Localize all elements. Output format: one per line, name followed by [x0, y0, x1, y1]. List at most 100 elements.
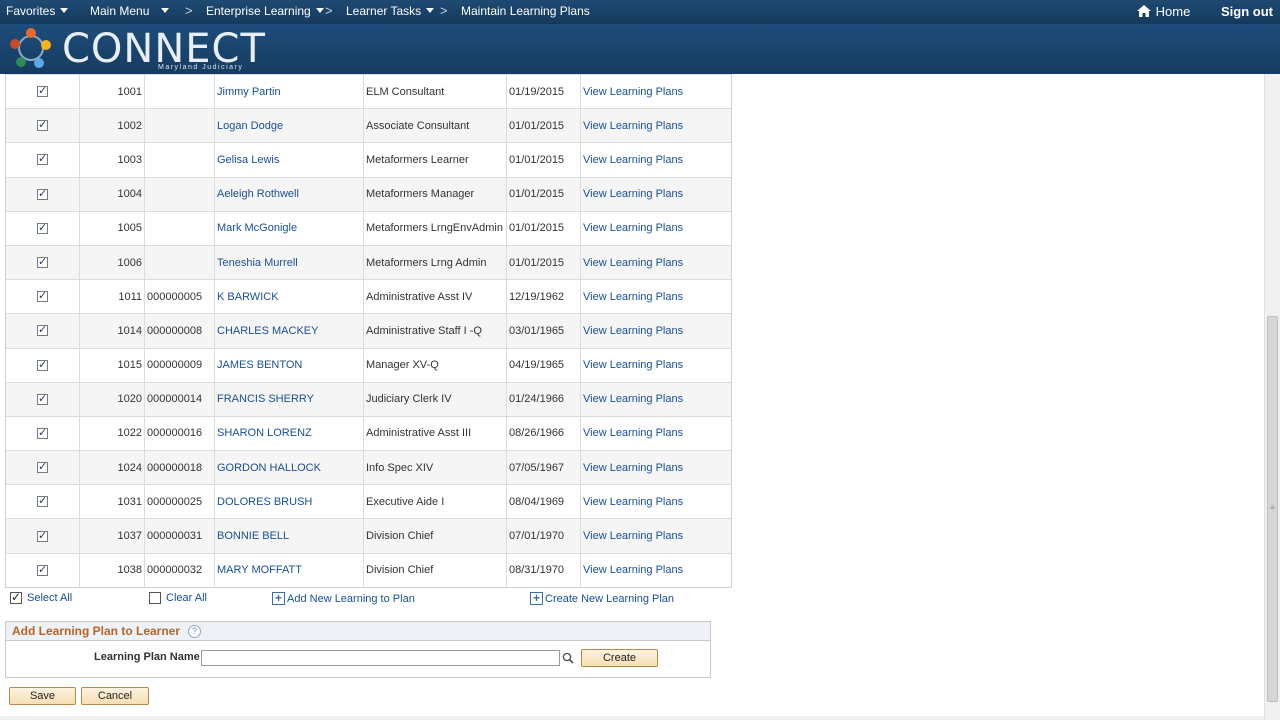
learner-name-link[interactable]: JAMES BENTON: [217, 359, 302, 371]
view-plans-cell: View Learning Plans: [581, 451, 732, 484]
view-learning-plans-link[interactable]: View Learning Plans: [583, 120, 683, 132]
learning-plan-name-label: Learning Plan Name: [94, 651, 200, 663]
learning-plan-name-input[interactable]: [201, 650, 560, 666]
learner-name-cell: JAMES BENTON: [215, 348, 364, 382]
learner-name-link[interactable]: BONNIE BELL: [217, 530, 289, 542]
date-cell: 12/19/1962: [507, 280, 581, 314]
add-new-learning-button[interactable]: + Add New Learning to Plan: [272, 592, 415, 605]
row-select-cell: [6, 348, 80, 382]
learner-name-link[interactable]: CHARLES MACKEY: [217, 325, 318, 337]
date-cell: 03/01/1965: [507, 314, 581, 348]
table-row: 1005 Mark McGonigle Metaformers LrngEnvAdm…: [6, 210, 731, 245]
employee-id-cell: 000000005: [145, 280, 215, 314]
brand-banner: CONNECT Maryland Judiciary: [0, 24, 1280, 74]
row-checkbox[interactable]: [37, 323, 48, 337]
sign-out-link[interactable]: Sign out: [1221, 4, 1273, 19]
view-learning-plans-link[interactable]: View Learning Plans: [583, 154, 683, 166]
lookup-search-icon[interactable]: [562, 652, 574, 664]
favorites-label: Favorites: [6, 4, 56, 18]
learner-name-link[interactable]: Logan Dodge: [217, 120, 283, 132]
view-plans-cell: View Learning Plans: [581, 246, 732, 279]
view-learning-plans-link[interactable]: View Learning Plans: [583, 496, 683, 508]
row-checkbox[interactable]: [37, 289, 48, 303]
table-row: 1006 Teneshia Murrell Metaformers Lrng Adm…: [6, 244, 732, 280]
row-checkbox[interactable]: [37, 392, 48, 405]
scrollbar-thumb[interactable]: ≡: [1267, 316, 1278, 702]
learner-id-cell: 1001: [80, 75, 145, 109]
view-learning-plans-link[interactable]: View Learning Plans: [583, 257, 683, 269]
learner-name-link[interactable]: GORDON HALLOCK: [217, 462, 321, 474]
view-learning-plans-link[interactable]: View Learning Plans: [583, 222, 683, 234]
learner-id-cell: 1005: [80, 211, 145, 245]
learner-name-cell: Logan Dodge: [215, 109, 364, 143]
employee-id-cell: [145, 211, 215, 245]
clear-all-button[interactable]: Clear All: [149, 592, 207, 604]
learner-name-link[interactable]: Mark McGonigle: [217, 222, 297, 234]
favorites-menu[interactable]: Favorites: [6, 4, 69, 18]
row-checkbox[interactable]: [37, 84, 48, 98]
row-checkbox[interactable]: [37, 152, 48, 166]
cancel-button[interactable]: Cancel: [81, 687, 149, 705]
enterprise-learning-label: Enterprise Learning: [206, 4, 311, 18]
breadcrumb-enterprise-learning[interactable]: Enterprise Learning: [206, 4, 324, 18]
view-learning-plans-link[interactable]: View Learning Plans: [583, 188, 683, 200]
learner-name-link[interactable]: Jimmy Partin: [217, 86, 281, 98]
job-title-cell: Division Chief: [364, 519, 507, 553]
date-cell: 04/19/1965: [507, 348, 581, 382]
row-checkbox[interactable]: [37, 494, 48, 508]
row-checkbox[interactable]: [37, 460, 48, 474]
learner-id-cell: 1014: [80, 314, 145, 348]
view-learning-plans-link[interactable]: View Learning Plans: [583, 393, 683, 405]
learner-name-link[interactable]: Teneshia Murrell: [217, 257, 298, 269]
date-cell: 01/01/2015: [507, 245, 581, 280]
learner-id-cell: 1003: [80, 143, 145, 177]
home-icon: [1137, 5, 1151, 17]
date-cell: 07/01/1970: [507, 519, 581, 553]
row-checkbox[interactable]: [37, 118, 48, 132]
view-learning-plans-link[interactable]: View Learning Plans: [583, 86, 683, 98]
learner-name-link[interactable]: Aeleigh Rothwell: [217, 188, 299, 200]
vertical-scrollbar[interactable]: ≡: [1264, 74, 1280, 720]
learner-name-cell: K BARWICK: [215, 280, 364, 314]
row-checkbox[interactable]: [37, 563, 48, 576]
learner-name-cell: Aeleigh Rothwell: [215, 177, 364, 211]
view-plans-cell: View Learning Plans: [581, 178, 732, 211]
view-learning-plans-link[interactable]: View Learning Plans: [583, 291, 683, 303]
view-learning-plans-link[interactable]: View Learning Plans: [583, 359, 683, 371]
learner-name-link[interactable]: FRANCIS SHERRY: [217, 393, 314, 405]
create-button[interactable]: Create: [581, 649, 658, 667]
home-link[interactable]: Home: [1136, 4, 1190, 19]
view-learning-plans-link[interactable]: View Learning Plans: [583, 462, 683, 474]
view-plans-cell: View Learning Plans: [581, 75, 732, 108]
row-checkbox[interactable]: [37, 221, 48, 234]
breadcrumb-current-page: Maintain Learning Plans: [461, 4, 590, 18]
learner-name-link[interactable]: DOLORES BRUSH: [217, 496, 312, 508]
learner-name-link[interactable]: MARY MOFFATT: [217, 564, 302, 576]
row-select-cell: [6, 314, 80, 348]
help-icon[interactable]: ?: [188, 625, 202, 638]
main-menu[interactable]: Main Menu: [90, 4, 170, 18]
top-navigation-bar: Favorites Main Menu > Enterprise Learnin…: [0, 0, 1280, 24]
view-learning-plans-link[interactable]: View Learning Plans: [583, 427, 683, 439]
learner-name-link[interactable]: SHARON LORENZ: [217, 427, 312, 439]
job-title-cell: Executive Aide I: [364, 485, 507, 519]
save-button[interactable]: Save: [9, 687, 76, 705]
row-checkbox[interactable]: [37, 426, 48, 439]
learner-name-link[interactable]: K BARWICK: [217, 291, 279, 303]
view-learning-plans-link[interactable]: View Learning Plans: [583, 564, 683, 576]
brand-subtitle: Maryland Judiciary: [158, 64, 244, 71]
learner-name-cell: MARY MOFFATT: [215, 553, 364, 587]
row-checkbox[interactable]: [37, 529, 48, 542]
table-row: 1024000000018GORDON HALLOCK Info Spec XIV…: [6, 450, 732, 485]
create-new-plan-button[interactable]: + Create New Learning Plan: [530, 592, 674, 605]
row-checkbox[interactable]: [37, 358, 48, 371]
view-learning-plans-link[interactable]: View Learning Plans: [583, 325, 683, 337]
row-checkbox[interactable]: [37, 187, 48, 200]
breadcrumb-learner-tasks[interactable]: Learner Tasks: [346, 4, 435, 18]
row-checkbox[interactable]: [37, 255, 48, 269]
job-title-cell: ELM Consultant: [364, 75, 507, 109]
view-learning-plans-link[interactable]: View Learning Plans: [583, 530, 683, 542]
learner-name-link[interactable]: Gelisa Lewis: [217, 154, 279, 166]
learner-id-cell: 1031: [80, 485, 145, 519]
select-all-button[interactable]: Select All: [10, 590, 72, 604]
